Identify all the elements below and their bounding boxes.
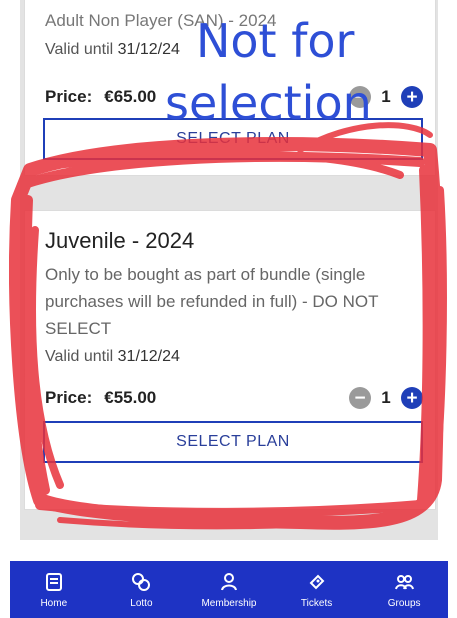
tab-home[interactable]: Home: [14, 571, 94, 609]
tab-groups[interactable]: Groups: [364, 571, 444, 609]
tab-label: Tickets: [300, 597, 333, 609]
plan-validity: Valid until 31/12/24: [45, 348, 180, 366]
tab-membership[interactable]: Membership: [189, 571, 269, 609]
ticket-icon: [309, 574, 324, 589]
groups-icon: [395, 574, 415, 589]
price-value: €65.00: [104, 87, 157, 106]
price-row: Price: €55.00 − 1 +: [45, 386, 423, 410]
membership-icon: [220, 572, 237, 590]
plan-card-juvenile: Juvenile - 2024 Only to be bought as par…: [24, 210, 436, 510]
plus-icon[interactable]: +: [401, 387, 423, 409]
annotation-line1: Not for: [196, 14, 355, 68]
tab-tickets[interactable]: Tickets: [277, 571, 357, 609]
tab-label: Home: [40, 597, 68, 609]
tab-label: Groups: [387, 597, 421, 609]
lotto-icon: [132, 572, 151, 591]
tab-label: Membership: [201, 597, 257, 609]
quantity-value: 1: [381, 87, 391, 106]
tab-lotto[interactable]: Lotto: [101, 571, 181, 609]
annotation-line2: selection: [165, 76, 372, 130]
plan-validity: Valid until 31/12/24: [45, 41, 180, 59]
plan-description: Only to be bought as part of bundle (sin…: [45, 265, 379, 338]
quantity-stepper: − 1 +: [349, 387, 423, 409]
price-label: Price:: [45, 87, 93, 106]
price-value: €55.00: [104, 388, 157, 407]
minus-icon[interactable]: −: [349, 387, 371, 409]
valid-date: 31/12/24: [117, 41, 180, 58]
bottom-tab-bar: Home Lotto Membership Tickets Groups: [10, 561, 448, 618]
valid-date: 31/12/24: [117, 348, 180, 365]
quantity-value: 1: [381, 388, 391, 407]
select-plan-button[interactable]: SELECT PLAN: [43, 421, 423, 463]
price-label: Price:: [45, 388, 93, 407]
tab-label: Lotto: [130, 597, 153, 609]
plan-title: Juvenile - 2024: [45, 228, 195, 253]
membership-page: Adult Non Player (SAN) - 2024 Valid unti…: [0, 0, 457, 618]
plus-icon[interactable]: +: [401, 86, 423, 108]
valid-label: Valid until: [45, 348, 114, 365]
valid-label: Valid until: [45, 41, 114, 58]
home-icon: [45, 572, 62, 591]
